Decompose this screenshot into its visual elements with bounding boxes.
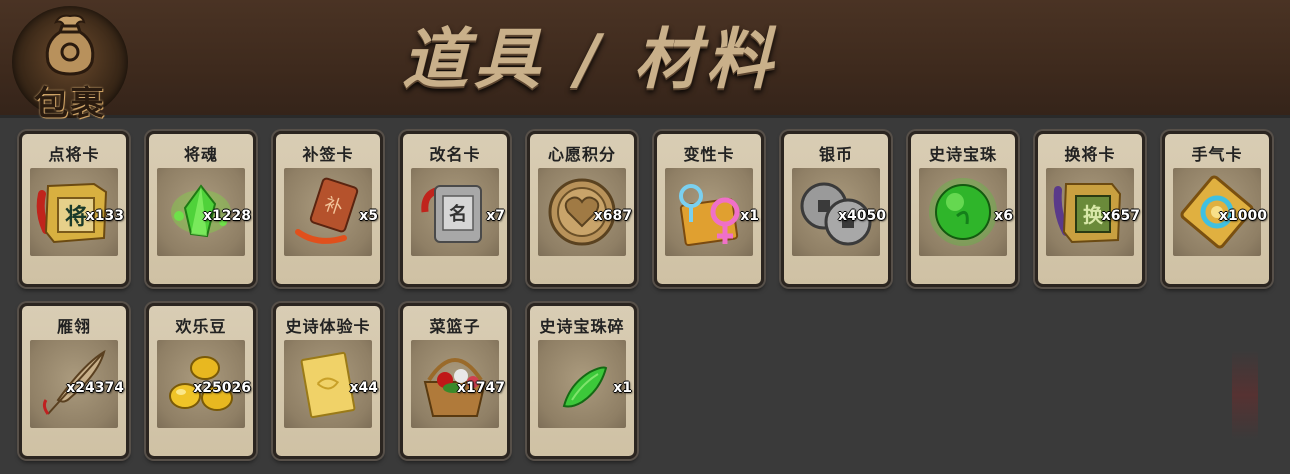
item-count: x657: [1101, 208, 1140, 224]
item-count: x1228: [203, 208, 251, 224]
item-count: x1747: [457, 380, 505, 396]
item-name: 点将卡: [48, 145, 100, 164]
rename-card-icon: 名: [421, 185, 482, 243]
item-name: 史诗体验卡: [285, 317, 371, 336]
bag-label: 包裹: [34, 84, 106, 124]
item-card[interactable]: 银币 x4050: [781, 131, 891, 287]
item-count: x7: [486, 208, 505, 224]
item-count: x1000: [1219, 208, 1267, 224]
item-card[interactable]: 史诗宝珠 x6: [908, 131, 1018, 287]
item-card[interactable]: 补签卡 补 x5: [273, 131, 383, 287]
item-name: 手气卡: [1191, 145, 1243, 164]
item-count: x1: [613, 380, 632, 396]
item-count: x5: [359, 208, 378, 224]
item-count: x4050: [838, 208, 886, 224]
item-count: x44: [349, 380, 378, 396]
item-name: 银币: [818, 145, 853, 164]
item-name: 改名卡: [429, 145, 481, 164]
gender-card-icon: [679, 184, 740, 247]
item-card[interactable]: 改名卡 名 x7: [400, 131, 510, 287]
item-name: 补签卡: [302, 145, 354, 164]
item-card[interactable]: 雁翎 x24374: [19, 303, 129, 459]
item-name: 欢乐豆: [175, 317, 227, 336]
header-bar: 包裹 道具 / 材料: [0, 0, 1290, 124]
item-count: x25026: [193, 380, 251, 396]
item-name: 史诗宝珠: [928, 145, 997, 164]
item-card[interactable]: 将魂 x1228: [146, 131, 256, 287]
item-name: 心愿积分: [547, 145, 616, 164]
item-count: x24374: [66, 380, 124, 396]
item-count: x6: [994, 208, 1013, 224]
bag-icon: [45, 14, 95, 76]
item-card[interactable]: 菜篮子 x1747: [400, 303, 510, 459]
item-name: 变性卡: [683, 145, 735, 164]
svg-text:名: 名: [449, 203, 467, 225]
item-card[interactable]: 史诗体验卡 x44: [273, 303, 383, 459]
item-name: 换将卡: [1064, 145, 1116, 164]
jade-shard-icon: [562, 366, 608, 408]
item-card[interactable]: 点将卡 将 x133: [19, 131, 129, 287]
svg-text:将: 将: [65, 204, 87, 230]
page-title: 道具 / 材料: [402, 20, 779, 98]
item-card[interactable]: 手气卡 x1000: [1162, 131, 1272, 287]
item-card[interactable]: 心愿积分 x687: [527, 131, 637, 287]
item-card[interactable]: 史诗宝珠碎 x1: [527, 303, 637, 459]
item-card[interactable]: 换将卡 换 x657: [1035, 131, 1145, 287]
item-count: x133: [85, 208, 124, 224]
bag-badge[interactable]: 包裹: [12, 6, 128, 124]
item-name: 将魂: [183, 145, 218, 164]
item-name: 雁翎: [56, 317, 91, 336]
item-card[interactable]: 变性卡 x1: [654, 131, 764, 287]
item-count: x1: [740, 208, 759, 224]
item-name: 史诗宝珠碎: [539, 317, 625, 336]
item-card[interactable]: 欢乐豆 x25026: [146, 303, 256, 459]
item-name: 菜篮子: [429, 317, 481, 336]
background-decoration: [1232, 350, 1258, 440]
item-count: x687: [593, 208, 632, 224]
green-orb-icon: [929, 178, 997, 246]
signin-card-icon: 补: [295, 177, 359, 244]
